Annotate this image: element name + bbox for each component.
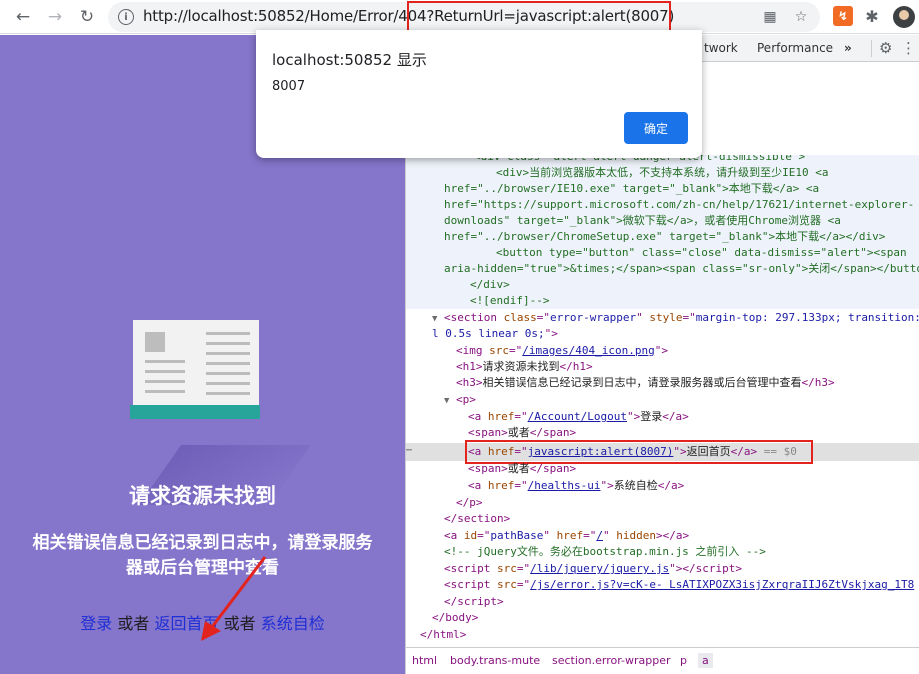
book-line — [206, 392, 250, 395]
health-link-line[interactable]: <a href="/healths-ui">系统自检</a> — [468, 478, 919, 494]
login-link[interactable]: 登录 — [80, 614, 112, 633]
code-line: aria-hidden="true">&times;</span><span c… — [444, 262, 919, 275]
img-src-link[interactable]: /images/404_icon.png — [522, 344, 654, 357]
collapse-triangle-icon[interactable]: ▼ — [432, 314, 437, 324]
book-line — [206, 372, 250, 375]
dialog-message: 8007 — [272, 79, 306, 94]
body-close-line: </body> — [432, 611, 479, 624]
breadcrumb: html body.trans-mute section.error-wrapp… — [406, 647, 919, 674]
book-illustration — [130, 320, 260, 430]
h1-line[interactable]: <h1>请求资源未找到</h1> — [456, 359, 919, 375]
pathbase-line[interactable]: <a id="pathBase" href="/" hidden></a> — [444, 528, 919, 544]
script-error-line[interactable]: <script src="/js/error.js?v=cK-e- LsATIX… — [444, 577, 919, 593]
breadcrumb-p[interactable]: p — [680, 654, 687, 667]
img-line[interactable]: <img src="/images/404_icon.png"> — [456, 343, 919, 359]
html-close-line: </html> — [420, 628, 467, 641]
alert-dialog: localhost:50852 显示 8007 确定 — [256, 30, 702, 158]
attr-value: error-wrapper — [550, 311, 637, 324]
extension-orange-icon[interactable]: ↯ — [833, 6, 853, 26]
code-line: href="https://support.microsoft.com/zh-c… — [444, 198, 915, 211]
script-jquery-line[interactable]: <script src="/lib/jquery/jquery.js"></sc… — [444, 561, 919, 577]
book-line — [145, 390, 185, 393]
health-href-link[interactable]: /healths-ui — [528, 479, 601, 492]
more-options-icon[interactable]: ⋮ — [901, 39, 916, 57]
book-right-page — [196, 320, 259, 418]
logout-href-link[interactable]: /Account/Logout — [528, 410, 627, 423]
script-close-line: </script> — [444, 595, 504, 608]
h1-text: 请求资源未找到 — [482, 360, 560, 373]
span-text: 或者 — [507, 462, 530, 475]
h3-text: 相关错误信息已经记录到日志中，请登录服务器或后台管理中查看 — [482, 376, 802, 389]
collapse-triangle-icon[interactable]: ▼ — [444, 396, 449, 406]
book-line — [145, 360, 185, 363]
forward-arrow-icon[interactable]: → — [44, 6, 66, 28]
extensions-puzzle-icon[interactable]: ✱ — [862, 6, 882, 26]
breadcrumb-a[interactable]: a — [698, 653, 713, 668]
book-image-block — [145, 332, 165, 352]
code-line: <![endif]--> — [470, 294, 550, 307]
pathbase-href-link[interactable]: / — [596, 529, 603, 542]
tab-network[interactable]: twork — [704, 41, 738, 55]
url-host: http://localhost:50852 — [143, 7, 305, 25]
span-line[interactable]: <span>或者</span> — [468, 425, 919, 441]
red-arrow-annotation — [201, 556, 267, 641]
section-close-line: </section> — [444, 512, 511, 525]
h3-line[interactable]: <h3>相关错误信息已经记录到日志中，请登录服务器或后台管理中查看</h3> — [456, 375, 919, 391]
more-tabs-icon[interactable]: » — [844, 41, 852, 55]
book-line — [206, 382, 250, 385]
book-line — [206, 352, 250, 355]
code-line: </div> — [470, 278, 510, 291]
breadcrumb-section[interactable]: section.error-wrapper — [552, 654, 671, 667]
attr-value: margin-top: 297.133px; transition: — [695, 311, 919, 324]
jquery-src-link[interactable]: /lib/jquery/jquery.js — [530, 562, 669, 575]
tag-name: section — [450, 311, 498, 324]
book-cover — [130, 405, 260, 419]
p-open-line[interactable]: ▼ <p> — [444, 392, 919, 408]
section-open-line-cont: l 0.5s linear 0s;"> — [432, 327, 558, 340]
error-src-link[interactable]: /js/error.js?v=cK-e- LsATIXPOZX3isjZxrqr… — [530, 578, 914, 591]
section-open-line[interactable]: ▼ <section class="error-wrapper" style="… — [432, 310, 919, 326]
browser-toolbar: ← → ↻ i http://localhost:50852/Home/Erro… — [0, 0, 919, 35]
dialog-title: localhost:50852 显示 — [272, 51, 427, 69]
book-line — [206, 362, 250, 365]
bookmark-star-icon[interactable]: ☆ — [791, 7, 811, 27]
book-line — [206, 342, 250, 345]
code-line: href="../browser/IE10.exe" target="_blan… — [444, 182, 820, 195]
elements-tree: <div class="alert alert-danger alert-dis… — [406, 155, 919, 645]
p-close-line: </p> — [456, 496, 483, 509]
code-line: href="../browser/ChromeSetup.exe" target… — [444, 230, 886, 243]
book-line — [145, 380, 185, 383]
ok-button[interactable]: 确定 — [624, 112, 688, 144]
comment-line: <!-- jQuery文件。务必在bootstrap.min.js 之前引入 -… — [444, 545, 766, 558]
span-text: 或者 — [507, 426, 530, 439]
reload-icon[interactable]: ↻ — [76, 6, 98, 28]
toolbar-divider — [871, 40, 872, 57]
back-arrow-icon[interactable]: ← — [12, 6, 34, 28]
code-line: downloads" target="_blank">微软下载</a>，或者使用… — [444, 214, 841, 227]
qr-code-icon[interactable]: ▦ — [760, 7, 780, 27]
breadcrumb-body[interactable]: body.trans-mute — [450, 654, 540, 667]
code-line: <div>当前浏览器版本太低，不支持本系统，请升级到至少IE10 <a — [496, 166, 829, 179]
a-text: 系统自检 — [613, 479, 658, 492]
code-line: <button type="button" class="close" data… — [496, 246, 907, 259]
error-title: 请求资源未找到 — [129, 484, 276, 508]
attr-value: l 0.5s linear 0s; — [432, 327, 545, 340]
tab-performance[interactable]: Performance — [757, 41, 833, 55]
a-text: 登录 — [640, 410, 663, 423]
settings-gear-icon[interactable]: ⚙ — [879, 39, 892, 57]
book-left-page — [133, 320, 196, 418]
or-text: 或者 — [117, 614, 150, 633]
span-line[interactable]: <span>或者</span> — [468, 461, 919, 477]
book-line — [206, 332, 250, 335]
info-icon[interactable]: i — [118, 9, 134, 25]
profile-avatar[interactable] — [893, 6, 915, 28]
book-line — [145, 370, 185, 373]
logout-link-line[interactable]: <a href="/Account/Logout">登录</a> — [468, 409, 919, 425]
breadcrumb-html[interactable]: html — [412, 654, 437, 667]
